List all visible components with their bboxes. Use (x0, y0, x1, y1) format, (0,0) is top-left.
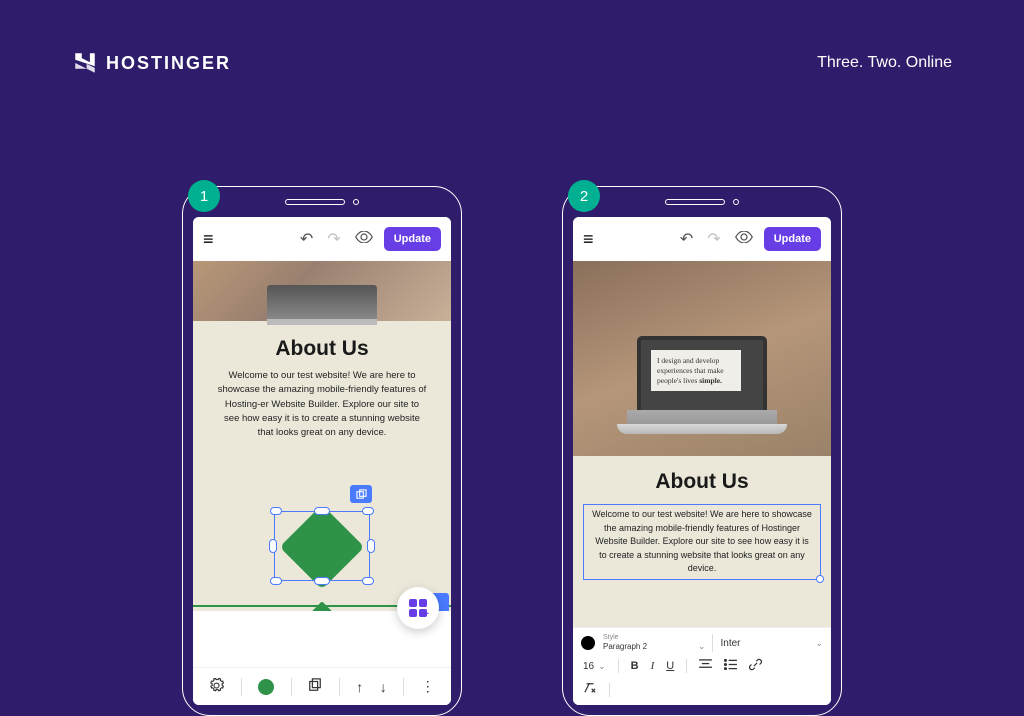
editor-canvas[interactable]: I design and develop experiences that ma… (573, 261, 831, 627)
resize-handle[interactable] (816, 575, 824, 583)
resize-handle[interactable] (314, 507, 330, 515)
resize-handle[interactable] (270, 507, 282, 515)
page-header: HOSTINGER Three. Two. Online (72, 50, 952, 76)
menu-icon[interactable]: ≡ (583, 229, 594, 250)
undo-icon[interactable]: ↶ (677, 229, 696, 249)
link-icon[interactable] (749, 658, 762, 674)
font-select[interactable]: Inter ⌄ (721, 638, 824, 649)
move-up-icon[interactable]: ↑ (356, 679, 363, 695)
add-element-button[interactable] (397, 587, 439, 629)
chevron-down-icon: ⌄ (815, 638, 823, 649)
style-select[interactable]: Style Paragraph 2⌄ (603, 634, 713, 652)
phone-screen: ≡ ↶ ↷ Update About Us Welcome to our tes… (193, 217, 451, 705)
phone-1: 1 ≡ ↶ ↷ Update (182, 186, 462, 716)
settings-icon[interactable] (209, 678, 224, 696)
shape-color-swatch[interactable] (258, 679, 274, 695)
italic-button[interactable]: I (651, 660, 655, 672)
phone-speaker (285, 199, 359, 205)
underline-button[interactable]: U (666, 660, 674, 672)
text-color-swatch[interactable] (581, 636, 595, 650)
resize-handle[interactable] (362, 507, 374, 515)
shape-toolbar: ↑ ↓ ⋮ (193, 667, 451, 705)
phone-speaker (665, 199, 739, 205)
brand-text: HOSTINGER (106, 53, 231, 74)
phone-frame: ≡ ↶ ↷ Update I design and develo (562, 186, 842, 716)
redo-icon[interactable]: ↷ (324, 229, 343, 249)
heading-about-us[interactable]: About Us (573, 470, 831, 494)
body-text[interactable]: Welcome to our test website! We are here… (592, 508, 812, 576)
resize-handle[interactable] (367, 539, 375, 553)
heading-about-us[interactable]: About Us (193, 337, 451, 361)
undo-icon[interactable]: ↶ (297, 229, 316, 249)
chevron-down-icon: ⌄ (698, 641, 706, 652)
phones-row: 1 ≡ ↶ ↷ Update (0, 186, 1024, 716)
phone-screen: ≡ ↶ ↷ Update I design and develo (573, 217, 831, 705)
list-icon[interactable] (724, 659, 737, 673)
font-size-select[interactable]: 16⌄ (583, 661, 606, 672)
tagline: Three. Two. Online (817, 54, 952, 72)
logo-mark-icon (72, 50, 98, 76)
menu-icon[interactable]: ≡ (203, 229, 214, 250)
editor-canvas[interactable]: About Us Welcome to our test website! We… (193, 261, 451, 667)
resize-handle[interactable] (270, 577, 282, 585)
chevron-down-icon: ⌄ (598, 661, 606, 672)
copy-icon[interactable] (308, 678, 322, 695)
duplicate-badge-icon[interactable] (350, 485, 372, 503)
laptop-screen-text: I design and develop experiences that ma… (651, 350, 741, 391)
selected-text-block[interactable]: Welcome to our test website! We are here… (583, 504, 821, 580)
body-text[interactable]: Welcome to our test website! We are here… (193, 361, 451, 440)
preview-icon[interactable] (732, 230, 756, 248)
preview-icon[interactable] (352, 230, 376, 248)
align-icon[interactable] (699, 659, 712, 673)
editor-topbar: ≡ ↶ ↷ Update (193, 217, 451, 261)
resize-handle[interactable] (269, 539, 277, 553)
update-button[interactable]: Update (384, 227, 441, 251)
selected-diamond-shape[interactable] (274, 511, 370, 581)
resize-handle[interactable] (314, 577, 330, 585)
hero-image[interactable]: I design and develop experiences that ma… (573, 261, 831, 456)
selection-outline (274, 511, 370, 581)
update-button[interactable]: Update (764, 227, 821, 251)
hostinger-logo: HOSTINGER (72, 50, 231, 76)
redo-icon[interactable]: ↷ (704, 229, 723, 249)
clear-format-icon[interactable] (583, 682, 597, 697)
laptop-graphic: I design and develop experiences that ma… (617, 336, 787, 434)
resize-handle[interactable] (362, 577, 374, 585)
step-badge-1: 1 (188, 180, 220, 212)
step-badge-2: 2 (568, 180, 600, 212)
text-toolbar: Style Paragraph 2⌄ Inter ⌄ 16⌄ B I U (573, 627, 831, 705)
laptop-graphic (267, 285, 377, 325)
grid-plus-icon (409, 599, 427, 617)
phone-2: 2 ≡ ↶ ↷ Update (562, 186, 842, 716)
more-icon[interactable]: ⋮ (421, 678, 435, 695)
hero-image[interactable] (193, 261, 451, 321)
editor-topbar: ≡ ↶ ↷ Update (573, 217, 831, 261)
bold-button[interactable]: B (631, 660, 639, 672)
phone-frame: ≡ ↶ ↷ Update About Us Welcome to our tes… (182, 186, 462, 716)
move-down-icon[interactable]: ↓ (380, 679, 387, 695)
